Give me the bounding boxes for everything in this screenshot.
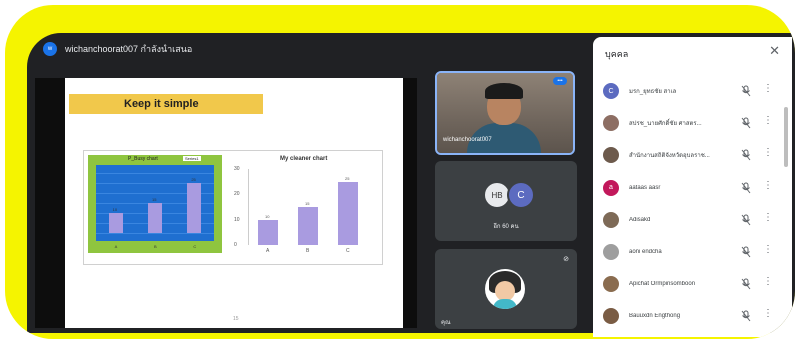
slide: Keep it simple P_Busy chart Series1 10 A 1… bbox=[65, 78, 403, 328]
yellow-frame: w wichanchoorat007 กำลังนำเสนอ Keep it s… bbox=[5, 5, 795, 339]
gridline bbox=[96, 233, 214, 234]
mic-off-icon: ⊘ bbox=[563, 256, 569, 263]
tile-name: wichanchoorat007 bbox=[443, 137, 492, 143]
self-caption: คุณ bbox=[441, 320, 451, 326]
busy-chart: P_Busy chart Series1 10 A 15 B 25 C bbox=[88, 155, 222, 253]
bar-value-label: 15 bbox=[152, 197, 157, 202]
mic-off-icon[interactable] bbox=[741, 310, 751, 322]
more-options-icon[interactable]: ⋮ bbox=[763, 212, 773, 224]
charts-container: P_Busy chart Series1 10 A 15 B 25 C My cleane… bbox=[83, 150, 383, 265]
participant-row[interactable]: C มรก_ยุทธชัย สาเล ⋮ bbox=[593, 75, 792, 107]
self-avatar bbox=[485, 269, 525, 309]
bar-value-label: 25 bbox=[345, 175, 350, 181]
others-count: อีก 60 คน bbox=[493, 224, 519, 230]
x-tick-label: A bbox=[114, 244, 118, 249]
avatar: C bbox=[603, 83, 619, 100]
participant-name: Bauuxdn Engthong bbox=[629, 313, 681, 320]
gridline bbox=[96, 173, 214, 174]
bar bbox=[258, 219, 278, 245]
x-tick-label: B bbox=[154, 244, 157, 249]
participant-row[interactable]: a aataas aasr ⋮ bbox=[593, 172, 792, 204]
bar bbox=[187, 183, 202, 233]
avatar bbox=[603, 211, 619, 228]
y-axis-line bbox=[248, 169, 249, 245]
more-options-icon[interactable]: ⋮ bbox=[763, 308, 773, 320]
more-options-icon[interactable]: ⋮ bbox=[763, 244, 773, 256]
person-hair bbox=[485, 83, 523, 99]
mic-off-icon[interactable] bbox=[741, 214, 751, 226]
participant-name: สปรช_นายศักดิ์ชัย ศาสตร... bbox=[629, 121, 702, 128]
panel-title: บุคคล bbox=[605, 49, 629, 59]
participant-row[interactable]: สำนักงานสถิติจังหวัดอุบลราช... ⋮ bbox=[593, 139, 792, 171]
participant-name: สำนักงานสถิติจังหวัดอุบลราช... bbox=[629, 153, 710, 160]
bar-value-label: 15 bbox=[305, 201, 310, 206]
clean-chart-title: My cleaner chart bbox=[280, 156, 328, 162]
avatar bbox=[603, 308, 619, 325]
more-options-icon[interactable]: ⋮ bbox=[763, 180, 773, 192]
busy-chart-legend: Series1 bbox=[183, 156, 201, 161]
participant-name: มรก_ยุทธชัย สาเล bbox=[629, 89, 677, 96]
avatar-shirt bbox=[493, 299, 517, 309]
x-tick-label: C bbox=[193, 244, 197, 249]
participant-list: C มรก_ยุทธชัย สาเล ⋮ สปรช_นายศักดิ์ชัย ศาสต… bbox=[593, 75, 792, 333]
avatar: C bbox=[507, 181, 535, 209]
presenter-bar: w wichanchoorat007 กำลังนำเสนอ bbox=[27, 33, 587, 65]
more-options-icon[interactable]: ⋮ bbox=[763, 276, 773, 288]
slide-page-number: 15 bbox=[233, 316, 239, 322]
mic-off-icon[interactable] bbox=[741, 117, 751, 129]
mic-off-icon[interactable] bbox=[741, 85, 751, 97]
bar-value-label: 25 bbox=[191, 177, 196, 182]
avatar: a bbox=[603, 179, 619, 196]
bar bbox=[338, 181, 358, 245]
bar-value-label: 10 bbox=[112, 207, 118, 212]
more-options-icon[interactable]: ⋮ bbox=[763, 83, 773, 95]
participant-name: Adisakd bbox=[629, 216, 651, 223]
video-tile-group[interactable]: HB C อีก 60 คน bbox=[435, 161, 577, 241]
participant-row[interactable]: Adisakd ⋮ bbox=[593, 204, 792, 236]
more-options-icon[interactable]: ⋮ bbox=[763, 147, 773, 159]
participant-name: Apichat Ormpinsomboon bbox=[629, 281, 696, 288]
presenter-title: wichanchoorat007 กำลังนำเสนอ bbox=[65, 44, 193, 54]
bar bbox=[108, 213, 123, 233]
participant-row[interactable]: Apichat Ormpinsomboon ⋮ bbox=[593, 268, 792, 300]
participant-name: aataas aasr bbox=[629, 184, 661, 191]
avatar bbox=[603, 147, 619, 164]
video-tile-main[interactable]: ••• wichanchoorat007 bbox=[435, 71, 575, 155]
mic-off-icon[interactable] bbox=[741, 149, 751, 161]
participants-panel: บุคคล ✕ C มรก_ยุทธชัย สาเล ⋮ สปรช_นายศักดิ์… bbox=[593, 37, 792, 337]
bar-value-label: 10 bbox=[265, 213, 270, 219]
slide-title: Keep it simple bbox=[69, 94, 263, 114]
participant-row[interactable]: aoni endcha ⋮ bbox=[593, 236, 792, 268]
avatar bbox=[603, 115, 619, 132]
more-options-icon[interactable]: ⋮ bbox=[763, 115, 773, 127]
participant-row[interactable]: สปรช_นายศักดิ์ชัย ศาสตร... ⋮ bbox=[593, 107, 792, 139]
presentation-stage[interactable]: Keep it simple P_Busy chart Series1 10 A 1… bbox=[35, 78, 417, 328]
bar bbox=[298, 207, 318, 245]
video-tile-self[interactable]: ⊘ คุณ bbox=[435, 249, 577, 329]
y-tick-label: 20 bbox=[234, 191, 240, 198]
close-button[interactable]: ✕ bbox=[769, 43, 780, 59]
participant-name: aoni endcha bbox=[629, 249, 662, 256]
y-tick-label: 10 bbox=[234, 216, 240, 223]
mic-off-icon[interactable] bbox=[741, 246, 751, 258]
x-tick-label: C bbox=[346, 248, 350, 254]
mic-off-icon[interactable] bbox=[741, 278, 751, 290]
avatar bbox=[603, 244, 619, 261]
mic-off-icon[interactable] bbox=[741, 182, 751, 194]
busy-chart-title: P_Busy chart bbox=[128, 156, 158, 162]
participant-row[interactable]: Bauuxdn Engthong ⋮ bbox=[593, 300, 792, 332]
y-tick-label: 0 bbox=[234, 242, 237, 248]
y-tick-label: 30 bbox=[234, 166, 240, 172]
x-tick-label: B bbox=[306, 248, 310, 254]
avatar bbox=[603, 276, 619, 293]
clean-chart: My cleaner chart 0 10 20 30 10 A 15 B 25 C bbox=[232, 155, 378, 259]
bar bbox=[148, 203, 162, 233]
speaking-indicator-icon: ••• bbox=[553, 77, 567, 85]
busy-chart-plot: 10 A 15 B 25 C bbox=[96, 165, 214, 249]
presenter-avatar: w bbox=[43, 42, 57, 56]
x-tick-label: A bbox=[266, 248, 270, 254]
avatar-face bbox=[495, 281, 515, 301]
